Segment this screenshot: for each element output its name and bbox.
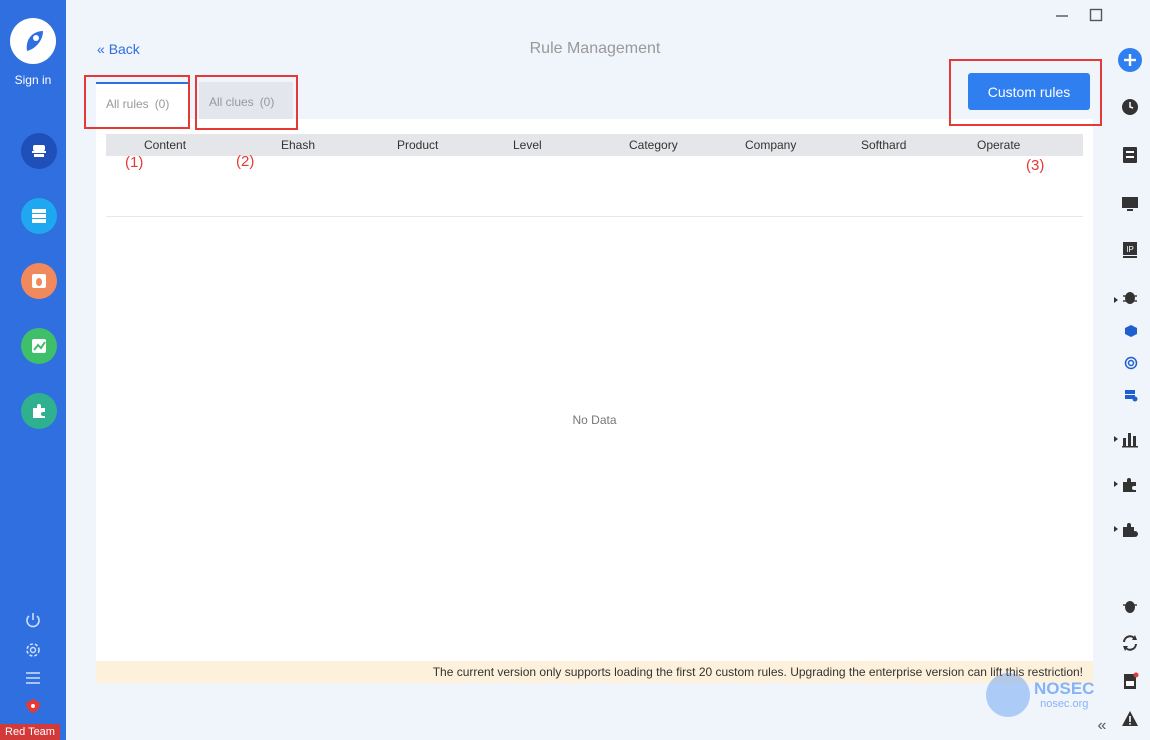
settings-gear-icon[interactable] [23,640,43,660]
shield-alert-icon[interactable] [23,696,43,716]
annotation-box-3 [949,59,1102,126]
plugin-settings-icon[interactable] [1120,520,1140,540]
warning-icon[interactable] [1120,709,1140,729]
column-header: Product [397,138,439,152]
column-header: Level [513,138,542,152]
annotation-label-2: (2) [236,153,255,170]
fingerprint-icon[interactable] [1123,355,1139,371]
caret-right-icon [1114,297,1118,303]
column-header: Operate [977,138,1021,152]
bug-scan-icon[interactable] [1120,287,1140,307]
nosec-watermark: NOSEC nosec.org [986,673,1094,717]
bar-chart-icon[interactable] [1120,429,1140,449]
add-icon[interactable] [1117,47,1143,73]
column-header: Category [629,138,678,152]
cube-icon[interactable] [1123,323,1139,339]
caret-right-icon [1114,481,1118,487]
maximize-icon[interactable] [1086,6,1106,24]
power-icon[interactable] [23,610,43,630]
nosec-logo-icon [986,673,1030,717]
version-notice-banner: The current version only supports loadin… [96,661,1093,683]
rules-table-panel: Content Ehash Product Level Category Com… [96,119,1093,683]
watermark-domain: nosec.org [1040,698,1089,710]
annotation-box-2 [195,75,298,130]
column-header: Softhard [861,138,907,152]
left-sidebar: Sign in Red Team [0,0,66,740]
ip-icon[interactable]: IP [1120,240,1140,260]
table-divider [106,216,1083,217]
column-header: Ehash [281,138,316,152]
document-list-icon[interactable] [1120,145,1140,165]
database-search-icon[interactable] [1123,387,1139,403]
menu-icon[interactable] [23,668,43,688]
red-team-badge: Red Team [0,724,60,740]
collapse-double-chevron-icon[interactable]: « [1092,716,1112,736]
plugin-icon[interactable] [1120,475,1140,495]
log-file-icon[interactable] [1120,671,1140,691]
server-list-icon[interactable] [21,198,57,234]
column-header: Company [745,138,797,152]
empty-state-text: No Data [572,413,617,427]
page-title: Rule Management [529,40,661,57]
watermark-brand: NOSEC [1034,679,1095,698]
puzzle-icon[interactable] [21,393,57,429]
clock-icon[interactable] [1120,97,1140,117]
refresh-icon[interactable] [1120,633,1140,653]
annotation-label-3: (3) [1026,157,1045,174]
chart-icon[interactable] [21,328,57,364]
bug-report-icon[interactable] [1120,596,1140,616]
svg-text:IP: IP [1126,245,1134,254]
sign-in-link[interactable]: Sign in [0,73,66,87]
detective-icon[interactable] [21,133,57,169]
column-header: Content [144,138,187,152]
annotation-box-1 [84,75,190,129]
caret-right-icon [1114,526,1118,532]
bug-icon[interactable] [21,263,57,299]
minimize-icon[interactable] [1052,6,1072,24]
monitor-icon[interactable] [1120,194,1140,214]
caret-right-icon [1114,436,1118,442]
annotation-label-1: (1) [125,154,144,171]
